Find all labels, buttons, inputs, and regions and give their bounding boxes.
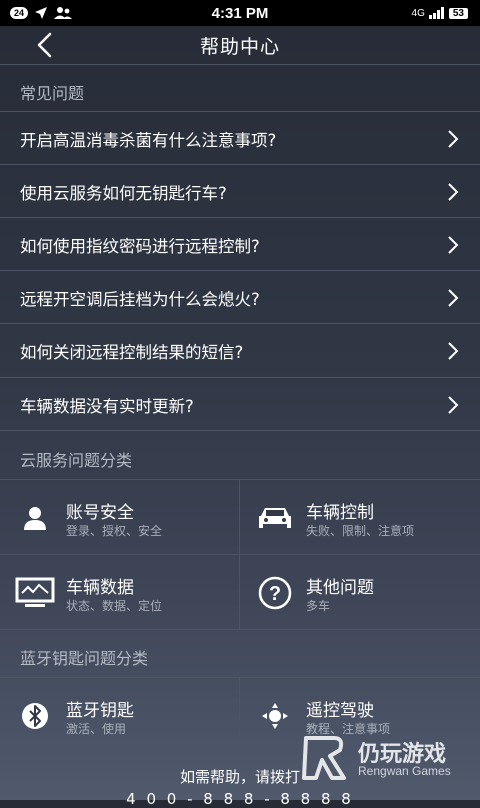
- page-title: 帮助中心: [199, 35, 280, 58]
- svg-text:?: ?: [269, 583, 281, 605]
- category-subtitle: 多车: [306, 599, 331, 613]
- status-bar: 24 4:31 PM 4G 53: [0, 0, 480, 26]
- divider: [0, 629, 480, 630]
- category-subtitle: 激活、使用: [66, 722, 127, 736]
- bluetooth-section-title: 蓝牙钥匙问题分类: [20, 649, 149, 668]
- help-hotline-number[interactable]: 4 0 0 - 8 8 8 - 8 8 8 8: [0, 790, 480, 808]
- chevron-right-icon: [448, 183, 459, 201]
- category-bluetooth-key[interactable]: 蓝牙钥匙 激活、使用: [0, 678, 239, 752]
- chevron-right-icon: [448, 396, 459, 414]
- faq-item-label: 如何关闭远程控制结果的短信?: [20, 342, 244, 362]
- faq-item-label: 开启高温消毒杀菌有什么注意事项?: [20, 130, 277, 150]
- category-subtitle: 登录、授权、安全: [66, 524, 163, 538]
- category-title: 车辆控制: [306, 503, 374, 523]
- category-title: 遥控驾驶: [306, 701, 374, 721]
- back-arrow-icon[interactable]: [30, 30, 60, 60]
- divider: [0, 430, 480, 431]
- user-icon: [14, 500, 56, 536]
- watermark-logo: 仍玩游戏 Rengwan Games: [300, 734, 470, 784]
- faq-item[interactable]: 使用云服务如何无钥匙行车?: [0, 164, 480, 218]
- category-subtitle: 失败、限制、注意项: [306, 524, 415, 538]
- chevron-right-icon: [448, 342, 459, 360]
- question-icon: ?: [254, 575, 296, 611]
- faq-item[interactable]: 开启高温消毒杀菌有什么注意事项?: [0, 111, 480, 165]
- category-title: 账号安全: [66, 503, 134, 523]
- faq-item-label: 如何使用指纹密码进行远程控制?: [20, 236, 260, 256]
- category-vehicle-data[interactable]: 车辆数据 状态、数据、定位: [0, 555, 239, 629]
- faq-item[interactable]: 如何关闭远程控制结果的短信?: [0, 323, 480, 377]
- app-header: 帮助中心: [0, 26, 480, 65]
- chevron-right-icon: [448, 289, 459, 307]
- faq-item-label: 使用云服务如何无钥匙行车?: [20, 183, 227, 203]
- chevron-right-icon: [448, 130, 459, 148]
- category-other-questions[interactable]: ? 其他问题 多车: [240, 555, 479, 629]
- cloud-section-title: 云服务问题分类: [20, 451, 133, 470]
- category-title: 其他问题: [306, 578, 374, 598]
- watermark-icon: [302, 736, 346, 780]
- faq-item[interactable]: 如何使用指纹密码进行远程控制?: [0, 217, 480, 271]
- monitor-icon: [14, 575, 56, 611]
- car-icon: [254, 500, 296, 536]
- faq-item[interactable]: 车辆数据没有实时更新?: [0, 377, 480, 431]
- category-vehicle-control[interactable]: 车辆控制 失败、限制、注意项: [240, 480, 479, 554]
- remote-drive-icon: [254, 698, 296, 734]
- category-account-security[interactable]: 账号安全 登录、授权、安全: [0, 480, 239, 554]
- category-subtitle: 状态、数据、定位: [66, 599, 163, 613]
- faq-item[interactable]: 远程开空调后挂档为什么会熄火?: [0, 270, 480, 324]
- faq-item-label: 远程开空调后挂档为什么会熄火?: [20, 289, 260, 309]
- bluetooth-icon: [14, 698, 56, 734]
- faq-section-title: 常见问题: [20, 84, 85, 103]
- category-title: 蓝牙钥匙: [66, 701, 134, 721]
- faq-item-label: 车辆数据没有实时更新?: [20, 396, 194, 416]
- watermark-subtitle: Rengwan Games: [358, 764, 451, 778]
- category-title: 车辆数据: [66, 578, 134, 598]
- status-time: 4:31 PM: [211, 4, 269, 22]
- chevron-right-icon: [448, 236, 459, 254]
